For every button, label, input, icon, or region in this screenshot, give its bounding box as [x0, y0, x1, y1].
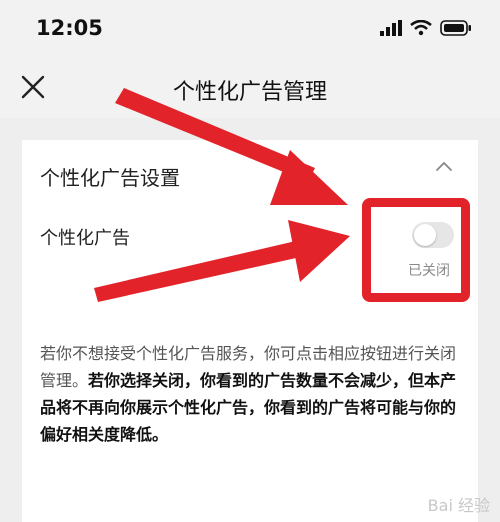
section-title: 个性化广告设置: [40, 166, 180, 190]
status-bar: 12:05: [0, 0, 500, 58]
wifi-icon: [410, 20, 432, 36]
settings-card: 个性化广告设置 个性化广告 已关闭 若你不想接受个性化广告服务，你可点击相应按钮…: [22, 140, 478, 522]
status-icons: [380, 20, 472, 36]
nav-bar: 个性化广告管理: [0, 58, 500, 118]
highlight-box: [362, 198, 470, 302]
page-title: 个性化广告管理: [172, 80, 327, 105]
description-text: 若你不想接受个性化广告服务，你可点击相应按钮进行关闭管理。若你选择关闭，你看到的…: [40, 340, 460, 448]
toggle-knob: [414, 224, 436, 246]
watermark: Bai 经验: [427, 496, 490, 515]
chevron-up-icon[interactable]: [434, 158, 454, 174]
description-bold: 若你选择关闭，你看到的广告数量不会减少，但本产品将不再向你展示个性化广告，你看到…: [40, 371, 457, 444]
toggle-status-text: 已关闭: [408, 263, 450, 279]
status-time: 12:05: [36, 16, 103, 40]
personalized-ads-label: 个性化广告: [40, 228, 130, 249]
personalized-ads-toggle[interactable]: [412, 222, 454, 248]
signal-icon: [380, 20, 402, 36]
battery-icon: [440, 20, 471, 36]
